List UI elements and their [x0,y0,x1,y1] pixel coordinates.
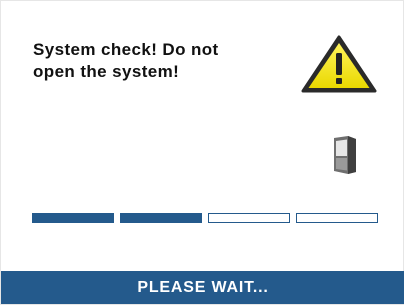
device-door-icon [334,136,356,174]
status-bar: PLEASE WAIT... [1,271,404,304]
progress-segment-filled [120,213,202,223]
progress-segment-empty [296,213,378,223]
progress-segment-empty [208,213,290,223]
please-wait-label: PLEASE WAIT... [137,278,269,296]
progress-bar [32,213,380,225]
warning-triangle-icon [301,35,377,93]
status-message-line-2: open the system! [33,62,180,81]
status-message: System check! Do not open the system! [33,39,283,83]
progress-segment-filled [32,213,114,223]
system-check-screen: System check! Do not open the system! PL… [0,0,404,305]
status-message-line-1: System check! Do not [33,40,219,59]
